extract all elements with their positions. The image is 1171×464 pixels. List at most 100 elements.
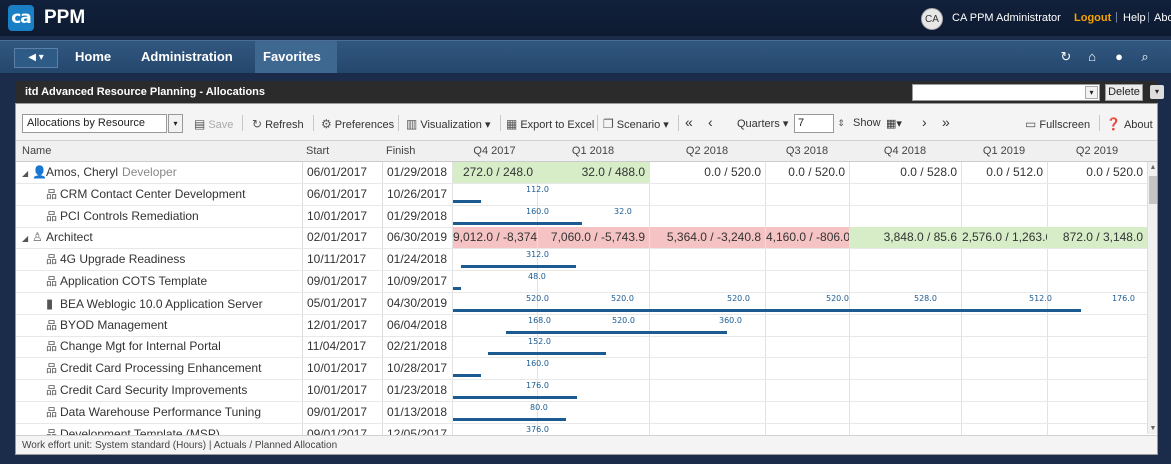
table-row[interactable]: 品 PCI Controls Remediation 10/01/2017 01/29… <box>16 205 1147 228</box>
allocation-cell[interactable] <box>961 314 1047 336</box>
allocation-cell[interactable] <box>961 205 1047 227</box>
visualization-button[interactable]: ▥ Visualization ▾ <box>406 117 490 131</box>
refresh-icon[interactable]: ↻ <box>1058 49 1074 65</box>
allocation-cell[interactable] <box>765 401 849 423</box>
prev-page-icon[interactable]: ‹ <box>708 114 713 130</box>
export-excel-button[interactable]: ▦ Export to Excel <box>506 117 594 131</box>
quarters-input[interactable]: 7 <box>794 114 834 133</box>
vertical-scrollbar[interactable]: ▲ ▼ <box>1147 162 1157 434</box>
row-name[interactable]: BEA Weblogic 10.0 Application Server <box>60 297 263 311</box>
recent-icon[interactable]: ● <box>1111 49 1127 65</box>
allocation-cell[interactable]: 0.0 / 520.0 <box>765 162 849 183</box>
nav-home[interactable]: Home <box>75 49 111 64</box>
column-header-quarter[interactable]: Q2 2019 <box>1053 145 1141 157</box>
quarters-dropdown[interactable]: Quarters ▾ <box>737 117 788 130</box>
column-header-quarter[interactable]: Q3 2018 <box>771 145 843 157</box>
about-button[interactable]: ❓ About <box>1106 117 1153 131</box>
refresh-button[interactable]: ↻ Refresh <box>252 117 304 131</box>
table-row[interactable]: 品 Application COTS Template 09/01/2017 10/0… <box>16 271 1147 293</box>
column-header-finish[interactable]: Finish <box>386 145 415 157</box>
allocation-cell[interactable] <box>765 314 849 336</box>
calendar-icon[interactable]: ▦▾ <box>886 117 902 130</box>
last-page-icon[interactable]: » <box>942 114 950 130</box>
allocation-cell[interactable] <box>849 380 961 401</box>
fullscreen-button[interactable]: ▭ Fullscreen <box>1025 117 1090 131</box>
allocation-cell[interactable] <box>1047 358 1147 380</box>
allocation-cell[interactable] <box>649 271 765 292</box>
allocation-cell[interactable] <box>1047 183 1147 205</box>
table-row[interactable]: ◢ ♙ Architect 02/01/2017 06/30/2019 9,012.0 /… <box>16 227 1147 250</box>
allocation-cell[interactable] <box>649 205 765 227</box>
column-header-quarter[interactable]: Q4 2018 <box>855 145 955 157</box>
allocation-cell[interactable] <box>849 183 961 205</box>
allocation-cell[interactable] <box>1047 336 1147 358</box>
logout-link[interactable]: Logout <box>1074 12 1111 24</box>
column-header-quarter[interactable]: Q1 2018 <box>543 145 643 157</box>
allocation-cell[interactable] <box>849 249 961 271</box>
gantt-bar[interactable] <box>453 308 1081 312</box>
row-name[interactable]: Amos, Cheryl <box>46 165 118 179</box>
allocation-cell[interactable] <box>961 380 1047 401</box>
row-name[interactable]: BYOD Management <box>60 318 167 332</box>
allocation-cell[interactable] <box>765 380 849 401</box>
allocation-cell[interactable]: 872.0 / 3,148.0 <box>1047 227 1147 249</box>
save-button[interactable]: ▤ Save <box>194 117 233 131</box>
back-button[interactable]: ◀ ▾ <box>14 48 58 68</box>
nav-favorites[interactable]: Favorites <box>263 49 321 64</box>
allocation-cell[interactable] <box>1047 205 1147 227</box>
allocation-cell[interactable] <box>649 183 765 205</box>
allocation-cell[interactable] <box>765 358 849 380</box>
allocation-cell[interactable]: 2,576.0 / 1,263.6 <box>961 227 1052 249</box>
chevron-down-icon[interactable]: ▾ <box>168 114 183 133</box>
gantt-bar[interactable] <box>488 352 606 356</box>
scroll-thumb[interactable] <box>1149 176 1157 204</box>
allocation-cell[interactable] <box>961 249 1047 271</box>
table-row[interactable]: 品 CRM Contact Center Development 06/01/201… <box>16 183 1147 206</box>
row-name[interactable]: PCI Controls Remediation <box>60 209 199 223</box>
row-name[interactable]: Application COTS Template <box>60 274 207 288</box>
home-icon[interactable]: ⌂ <box>1084 49 1100 65</box>
allocation-cell[interactable] <box>765 183 849 205</box>
expand-toggle-icon[interactable]: ◢ <box>22 163 32 183</box>
scroll-down-icon[interactable]: ▼ <box>1148 425 1158 432</box>
allocation-cell[interactable] <box>765 336 849 358</box>
search-icon[interactable]: ⌕ <box>1137 49 1153 65</box>
allocation-cell[interactable]: 32.0 / 488.0 <box>537 162 649 183</box>
row-name[interactable]: CRM Contact Center Development <box>60 187 245 201</box>
allocation-cell[interactable] <box>849 271 961 292</box>
row-name[interactable]: Data Warehouse Performance Tuning <box>60 405 261 419</box>
allocation-cell[interactable]: 4,160.0 / -806.0 <box>765 227 850 249</box>
first-page-icon[interactable]: « <box>685 114 693 130</box>
table-row[interactable]: 品 4G Upgrade Readiness 10/11/2017 01/24/201… <box>16 249 1147 272</box>
column-header-name[interactable]: Name <box>22 145 51 157</box>
table-row[interactable]: 品 BYOD Management 12/01/2017 06/04/2018 168.… <box>16 314 1147 337</box>
allocation-cell[interactable] <box>1047 401 1147 423</box>
view-select[interactable]: Allocations by Resource <box>22 114 167 133</box>
allocation-cell[interactable] <box>452 271 537 292</box>
allocation-cell[interactable]: 0.0 / 512.0 <box>961 162 1047 183</box>
about-link[interactable]: About <box>1154 12 1171 24</box>
allocation-cell[interactable] <box>765 271 849 292</box>
table-row[interactable]: ◢ 👤Amos, Cheryl Developer 06/01/2017 01/29/2… <box>16 162 1147 184</box>
allocation-cell[interactable] <box>649 380 765 401</box>
allocation-cell[interactable] <box>849 401 961 423</box>
collapse-icon[interactable]: ▾ <box>1150 85 1164 99</box>
row-name[interactable]: 4G Upgrade Readiness <box>60 252 185 266</box>
next-page-icon[interactable]: › <box>922 114 927 130</box>
gantt-bar[interactable] <box>453 374 481 378</box>
allocation-cell[interactable] <box>849 358 961 380</box>
allocation-cell[interactable] <box>537 183 649 205</box>
scroll-up-icon[interactable]: ▲ <box>1148 164 1158 171</box>
allocation-cell[interactable] <box>1047 271 1147 292</box>
nav-administration[interactable]: Administration <box>141 49 233 64</box>
allocation-cell[interactable] <box>961 358 1047 380</box>
preferences-button[interactable]: ⚙ Preferences <box>321 117 394 131</box>
allocation-cell[interactable]: 272.0 / 248.0 <box>452 162 537 183</box>
table-row[interactable]: 品 Credit Card Processing Enhancement 10/01… <box>16 358 1147 381</box>
table-row[interactable]: 品 Credit Card Security Improvements 10/01/… <box>16 380 1147 402</box>
allocation-cell[interactable] <box>961 336 1047 358</box>
allocation-cell[interactable] <box>649 401 765 423</box>
gantt-bar[interactable] <box>453 221 582 225</box>
allocation-cell[interactable] <box>1047 249 1147 271</box>
column-header-quarter[interactable]: Q2 2018 <box>655 145 759 157</box>
